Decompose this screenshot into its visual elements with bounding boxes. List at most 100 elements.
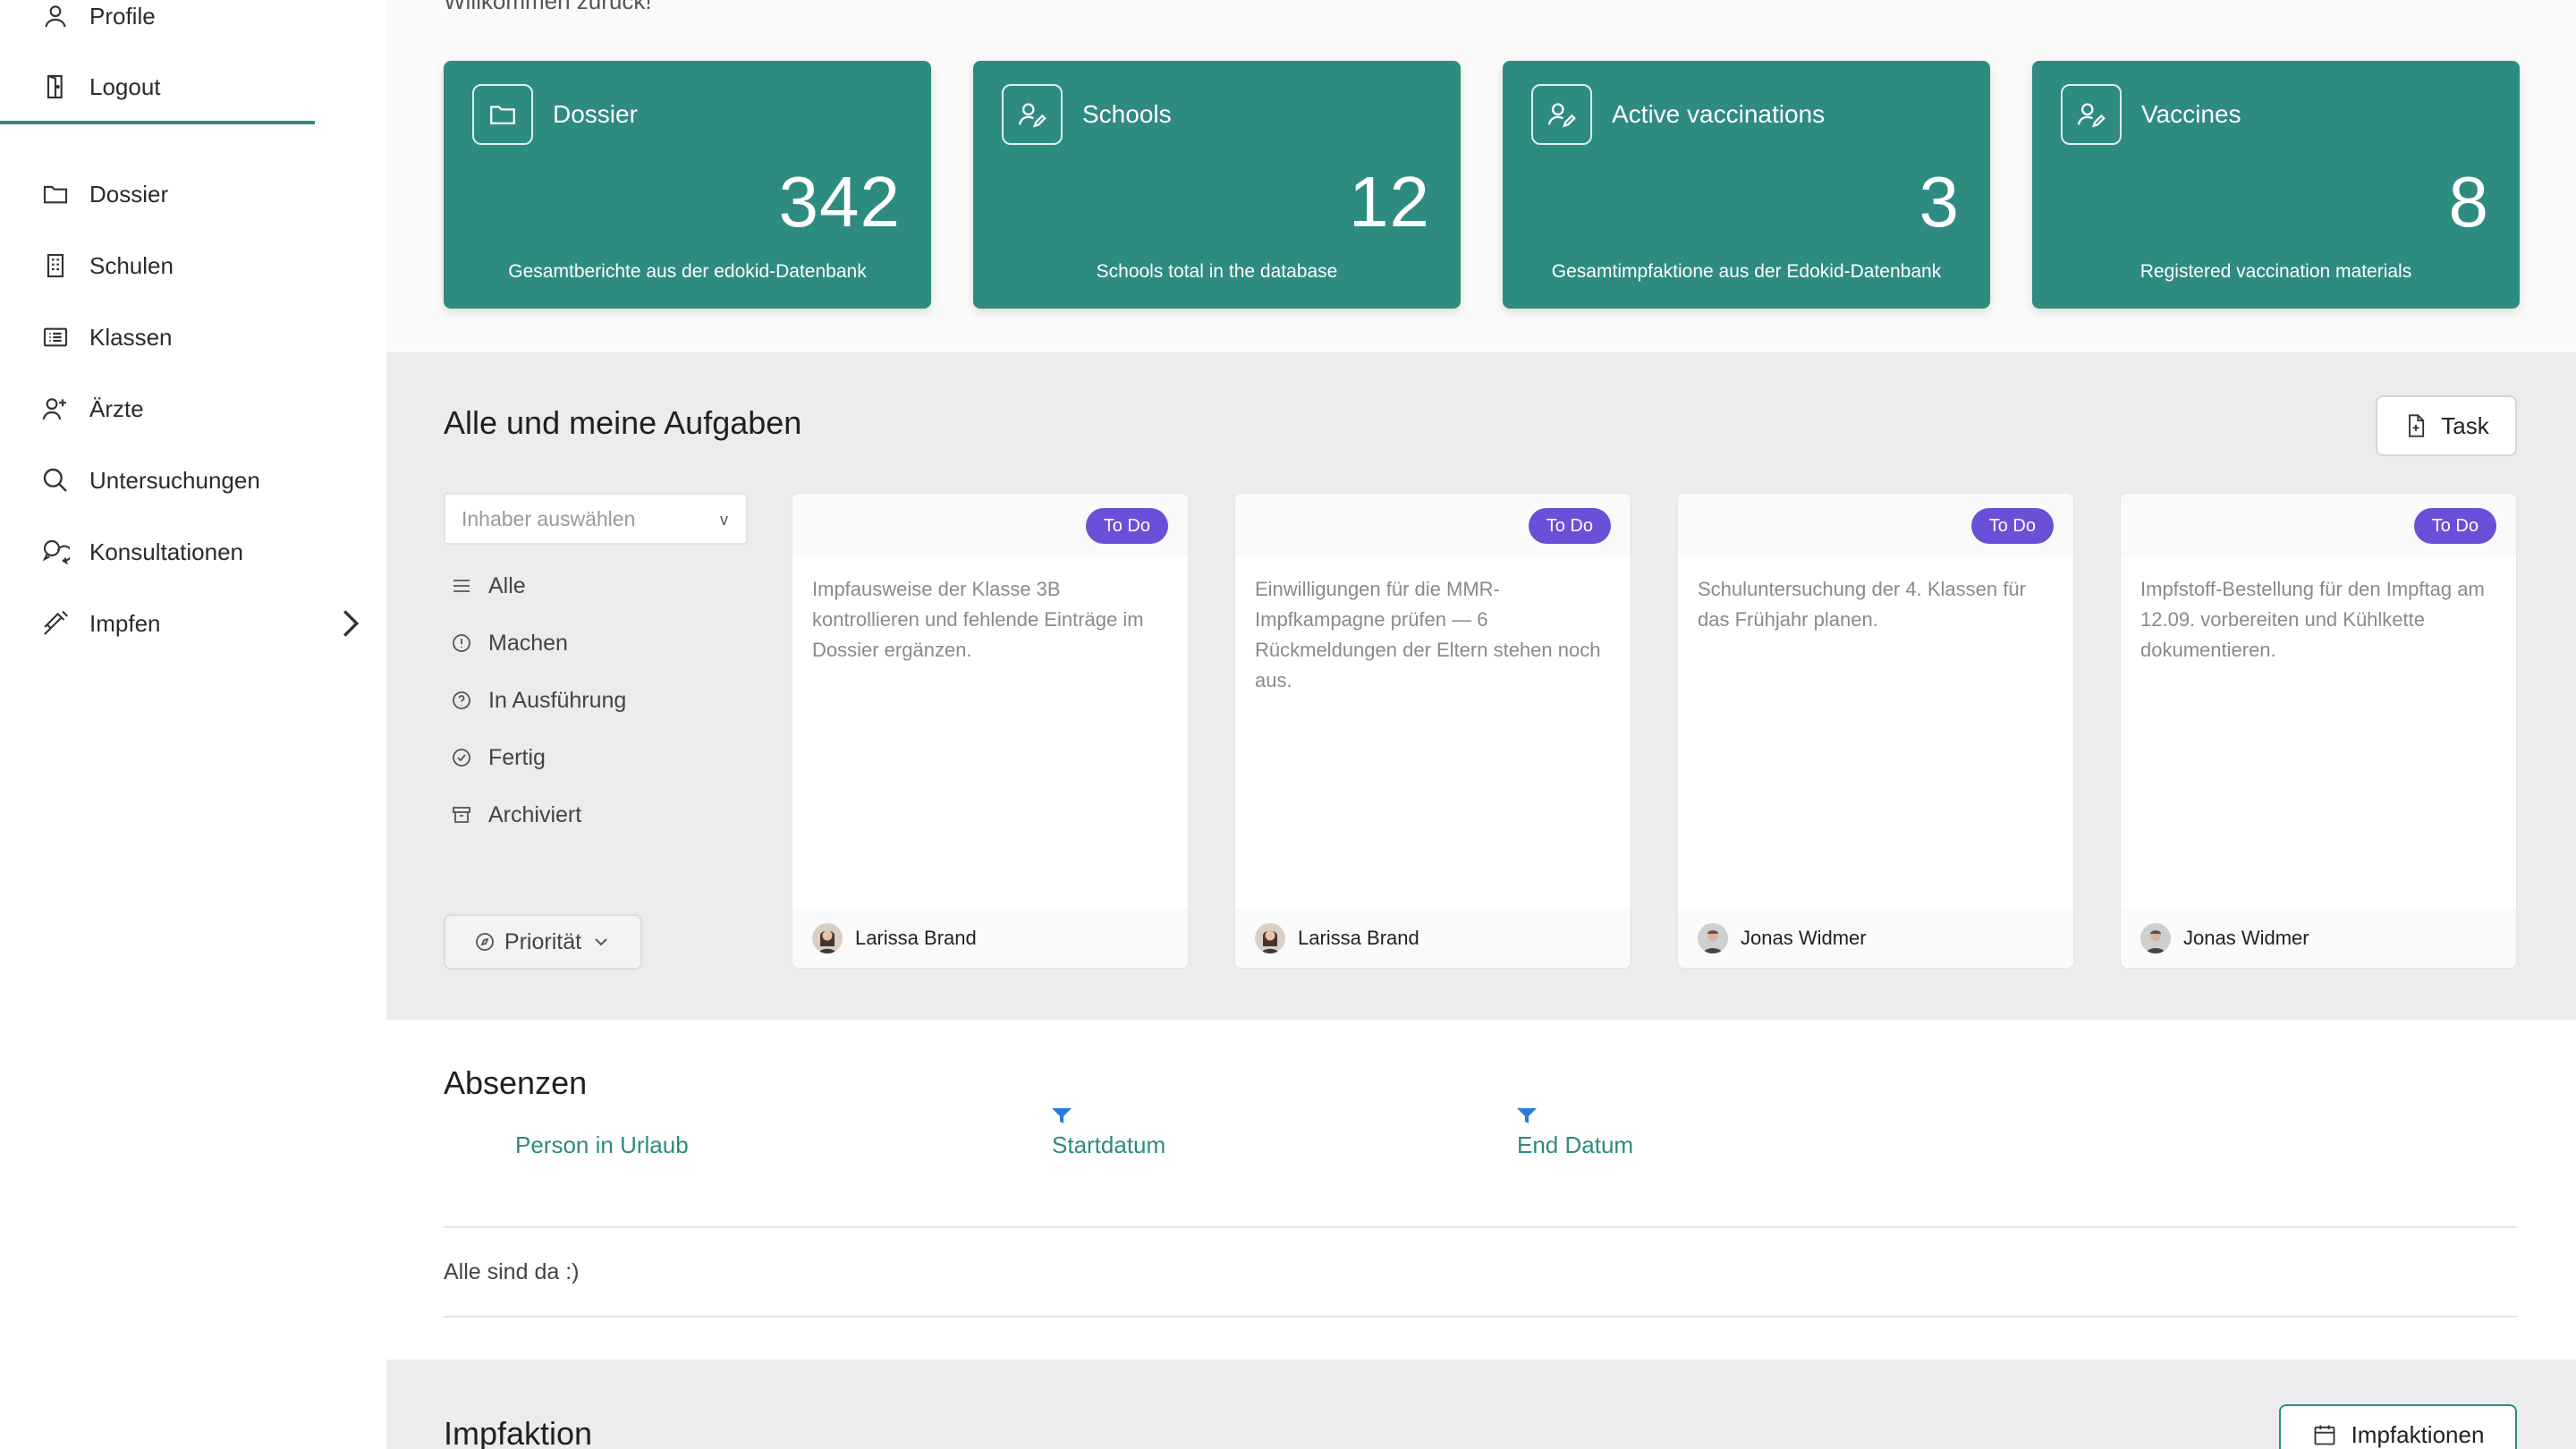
stat-value: 8 [2448, 162, 2489, 242]
task-card[interactable]: To Do Schuluntersuchung der 4. Klassen f… [1677, 493, 2074, 969]
chevron-right-icon[interactable] [338, 608, 363, 639]
filter-icon[interactable] [1051, 1107, 1072, 1125]
stat-card-schools[interactable]: Schools 12 Schools total in the database [973, 61, 1461, 309]
vaccination-button-label: Impfaktionen [2351, 1420, 2485, 1448]
sidebar-item-label: Klassen [89, 323, 173, 351]
avatar [1255, 923, 1285, 953]
assignee-name: Jonas Widmer [1741, 927, 1867, 949]
compass-icon [476, 933, 494, 951]
task-assignee: Jonas Widmer [2121, 909, 2516, 968]
calendar-icon [2314, 1425, 2334, 1445]
task-card[interactable]: To Do Einwilligungen für die MMR-Impfkam… [1234, 493, 1631, 969]
vaccination-section [386, 1360, 2576, 1449]
task-assignee: Larissa Brand [1235, 909, 1631, 968]
status-badge: To Do [1528, 508, 1611, 544]
sidebar-item-aerzte[interactable]: Ärzte [39, 387, 144, 430]
sidebar-item-profile[interactable]: Profile [39, 0, 156, 38]
vaccination-title: Impfaktion [444, 1415, 593, 1449]
task-description: Schuluntersuchung der 4. Klassen für das… [1698, 578, 2026, 631]
stat-subtitle: Gesamtimpfaktione aus der Edokid-Datenba… [1551, 261, 1942, 282]
user-plus-icon [39, 393, 72, 425]
sidebar-item-logout[interactable]: Logout [39, 65, 161, 108]
sidebar-item-schulen[interactable]: Schulen [39, 244, 174, 287]
assignee-name: Larissa Brand [1298, 927, 1419, 949]
chevron-down-icon: v [720, 511, 728, 529]
status-badge: To Do [1085, 508, 1168, 544]
stat-card-vaccines[interactable]: Vaccines 8 Registered vaccination materi… [2032, 61, 2520, 309]
stat-value: 12 [1349, 162, 1430, 242]
file-plus-icon [2409, 414, 2425, 437]
tasks-title: Alle und meine Aufgaben [444, 404, 802, 441]
add-task-button[interactable]: Task [2376, 395, 2517, 456]
task-card[interactable]: To Do Impfstoff-Bestellung für den Impft… [2120, 493, 2517, 969]
sidebar-item-label: Ärzte [89, 394, 144, 422]
filter-alle[interactable]: Alle [451, 568, 526, 604]
column-end-datum[interactable]: End Datum [1517, 1131, 1633, 1159]
filter-archiviert[interactable]: Archiviert [451, 797, 581, 833]
filter-machen[interactable]: Machen [451, 625, 568, 661]
list-icon [39, 321, 72, 353]
stat-card-active-vaccinations[interactable]: Active vaccinations 3 Gesamtimpfaktione … [1503, 61, 1990, 309]
sidebar-item-untersuchungen[interactable]: Untersuchungen [39, 459, 260, 502]
sidebar: Profile Logout Dossier Schulen Klassen Ä… [0, 0, 386, 1449]
stat-subtitle: Registered vaccination materials [2140, 261, 2412, 282]
task-description: Impfausweise der Klasse 3B kontrollieren… [812, 578, 1144, 661]
task-description: Einwilligungen für die MMR-Impfkampagne … [1255, 578, 1601, 691]
empty-state-text: Alle sind da :) [444, 1259, 580, 1284]
sidebar-item-konsultationen[interactable]: Konsultationen [39, 530, 243, 573]
user-edit-icon [1531, 84, 1592, 145]
task-assignee: Jonas Widmer [1678, 909, 2073, 968]
menu-icon [453, 580, 470, 592]
main-content: Willkommen zurück! Dossier 342 Gesamtber… [386, 0, 2576, 1449]
sidebar-item-label: Logout [89, 72, 161, 100]
folder-icon [472, 84, 533, 145]
sidebar-item-klassen[interactable]: Klassen [39, 316, 173, 359]
user-edit-icon [2061, 84, 2122, 145]
column-startdatum[interactable]: Startdatum [1052, 1131, 1165, 1159]
owner-select-placeholder: Inhaber auswählen [462, 506, 636, 530]
syringe-icon [39, 607, 72, 640]
task-assignee: Larissa Brand [792, 909, 1188, 968]
stat-subtitle: Gesamtberichte aus der edokid-Datenbank [508, 261, 867, 282]
task-card[interactable]: To Do Impfausweise der Klasse 3B kontrol… [792, 493, 1189, 969]
stat-card-dossier[interactable]: Dossier 342 Gesamtberichte aus der edoki… [444, 61, 931, 309]
filter-label: Alle [488, 572, 526, 598]
door-icon [39, 71, 72, 103]
sidebar-item-dossier[interactable]: Dossier [39, 173, 168, 216]
sidebar-item-label: Profile [89, 2, 156, 30]
filter-label: Fertig [488, 744, 546, 770]
filter-label: Archiviert [488, 801, 582, 827]
column-person[interactable]: Person in Urlaub [515, 1131, 689, 1159]
search-icon [39, 464, 72, 496]
divider [444, 1226, 2517, 1228]
user-icon [39, 0, 72, 32]
assignee-name: Jonas Widmer [2183, 927, 2309, 949]
task-card-header: To Do [2121, 494, 2516, 556]
building-icon [39, 250, 72, 282]
vaccination-actions-button[interactable]: Impfaktionen [2279, 1404, 2517, 1449]
sidebar-divider [0, 121, 315, 124]
priority-dropdown[interactable]: Priorität [444, 914, 642, 970]
status-badge: To Do [2413, 508, 2496, 544]
sidebar-item-impfen[interactable]: Impfen [39, 602, 161, 645]
task-card-header: To Do [1678, 494, 2073, 556]
stat-value: 3 [1919, 162, 1960, 242]
sidebar-item-label: Dossier [89, 180, 169, 208]
stat-title: Schools [1082, 100, 1172, 128]
help-circle-icon [453, 691, 470, 709]
owner-select[interactable]: Inhaber auswählen v [444, 493, 748, 545]
avatar [1698, 923, 1728, 953]
filter-icon[interactable] [1516, 1107, 1538, 1125]
task-card-header: To Do [1235, 494, 1631, 556]
alert-circle-icon [453, 634, 470, 652]
filter-label: In Ausführung [488, 687, 627, 713]
stat-title: Dossier [553, 100, 638, 128]
task-description: Impfstoff-Bestellung für den Impftag am … [2140, 578, 2485, 661]
filter-in-ausfuehrung[interactable]: In Ausführung [451, 682, 626, 718]
priority-label: Priorität [504, 928, 582, 954]
absences-title: Absenzen [444, 1064, 588, 1101]
filter-fertig[interactable]: Fertig [451, 740, 546, 775]
sidebar-item-label: Untersuchungen [89, 466, 260, 494]
sidebar-item-label: Schulen [89, 251, 174, 279]
folder-icon [39, 178, 72, 210]
